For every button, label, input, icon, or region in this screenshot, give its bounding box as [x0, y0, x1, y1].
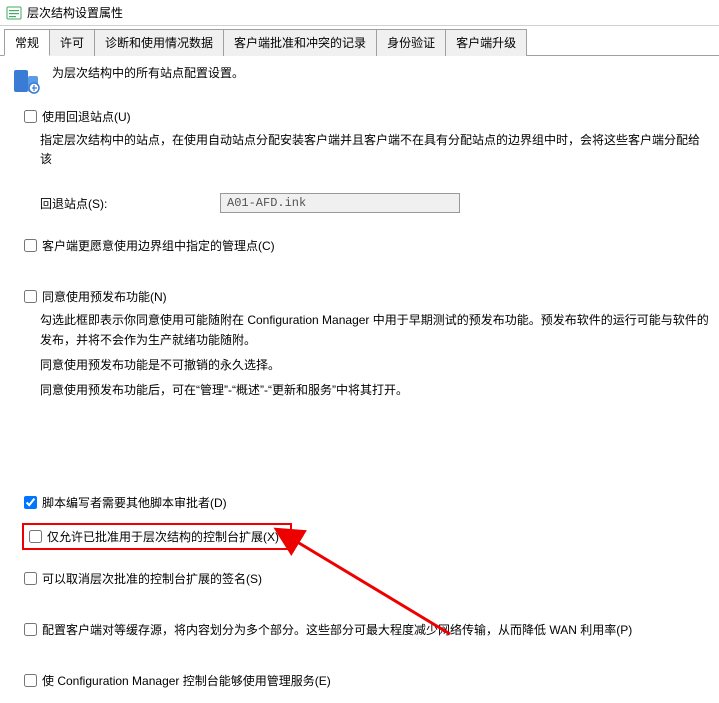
admin-service-checkbox[interactable] — [24, 674, 37, 687]
highlighted-option: 仅允许已批准用于层次结构的控制台扩展(X) — [22, 523, 292, 550]
peer-cache-label: 配置客户端对等缓存源，将内容划分为多个部分。这些部分可最大程度减少网络传输，从而… — [42, 621, 632, 638]
header-desc: 为层次结构中的所有站点配置设置。 — [52, 64, 244, 81]
tab-authentication[interactable]: 身份验证 — [376, 29, 446, 56]
peer-cache-checkbox[interactable] — [24, 623, 37, 636]
prerelease-line1b: 发布，并将不会作为生产就绪功能随附。 — [40, 331, 709, 350]
fallback-desc: 指定层次结构中的站点，在使用自动站点分配安装客户端并且客户端不在具有分配站点的边… — [40, 131, 709, 169]
fallback-site-input — [220, 193, 460, 213]
prerelease-checkbox[interactable] — [24, 290, 37, 303]
tab-diagnostics[interactable]: 诊断和使用情况数据 — [94, 29, 224, 56]
tab-license[interactable]: 许可 — [49, 29, 95, 56]
tab-general[interactable]: 常规 — [4, 29, 50, 56]
tab-content: 为层次结构中的所有站点配置设置。 使用回退站点(U) 指定层次结构中的站点，在使… — [0, 56, 719, 703]
tab-client-approval[interactable]: 客户端批准和冲突的记录 — [223, 29, 377, 56]
prerelease-line2: 同意使用预发布功能是不可撤销的永久选择。 — [40, 356, 709, 375]
prerelease-line3: 同意使用预发布功能后，可在“管理”-“概述”-“更新和服务”中将其打开。 — [40, 381, 709, 400]
fallback-field-label: 回退站点(S): — [40, 195, 220, 212]
window-title: 层次结构设置属性 — [27, 4, 123, 21]
revoke-sign-checkbox[interactable] — [24, 572, 37, 585]
client-pref-checkbox[interactable] — [24, 239, 37, 252]
tab-client-upgrade[interactable]: 客户端升级 — [445, 29, 527, 56]
hierarchy-ext-label: 仅允许已批准用于层次结构的控制台扩展(X) — [47, 528, 279, 545]
script-approve-checkbox[interactable] — [24, 496, 37, 509]
server-icon — [10, 64, 42, 96]
tab-strip: 常规 许可 诊断和使用情况数据 客户端批准和冲突的记录 身份验证 客户端升级 — [0, 28, 719, 56]
revoke-sign-label: 可以取消层次批准的控制台扩展的签名(S) — [42, 570, 262, 587]
prerelease-line1: 勾选此框即表示你同意使用可能随附在 Configuration Manager … — [40, 311, 709, 330]
prerelease-label: 同意使用预发布功能(N) — [42, 288, 167, 305]
fallback-site-checkbox[interactable] — [24, 110, 37, 123]
client-pref-label: 客户端更愿意使用边界组中指定的管理点(C) — [42, 237, 275, 254]
properties-icon — [6, 5, 22, 21]
fallback-site-label: 使用回退站点(U) — [42, 108, 131, 125]
script-approve-label: 脚本编写者需要其他脚本审批者(D) — [42, 494, 227, 511]
hierarchy-ext-checkbox[interactable] — [29, 530, 42, 543]
title-bar: 层次结构设置属性 — [0, 0, 719, 26]
